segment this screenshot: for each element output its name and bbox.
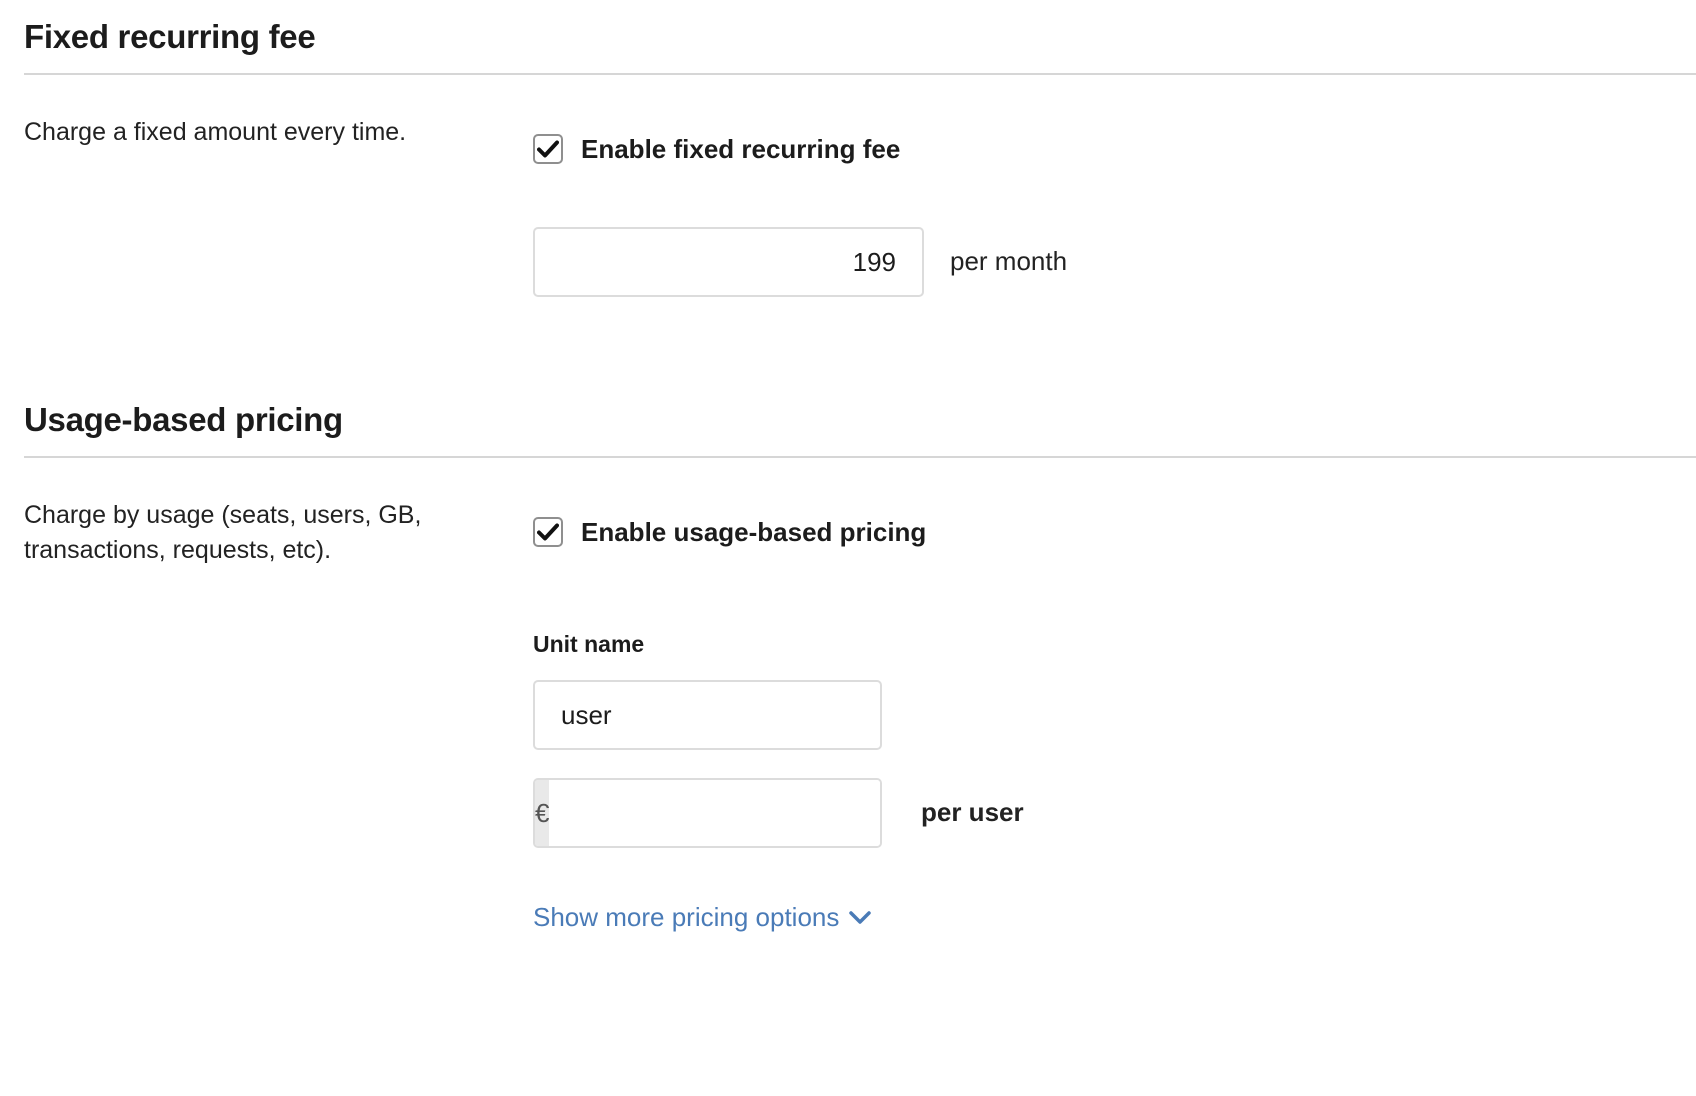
unit-name-input[interactable]: [533, 680, 882, 750]
fixed-fee-title: Fixed recurring fee: [24, 18, 316, 55]
usage-pricing-enable-row[interactable]: Enable usage-based pricing: [533, 515, 926, 549]
show-more-options-label[interactable]: Show more pricing options: [533, 902, 839, 933]
usage-pricing-description: Charge by usage (seats, users, GB, trans…: [24, 501, 422, 564]
currency-addon: €: [535, 780, 550, 846]
fixed-fee-enable-row[interactable]: Enable fixed recurring fee: [533, 132, 900, 166]
fixed-fee-suffix: per month: [950, 246, 1068, 276]
unit-name-label: Unit name: [533, 631, 645, 657]
section-divider: [24, 73, 1696, 75]
checkmark-icon: [537, 140, 559, 158]
usage-pricing-title: Usage-based pricing: [24, 401, 343, 438]
fixed-fee-checkbox[interactable]: [533, 134, 563, 164]
price-input-group: €: [533, 778, 882, 848]
fixed-fee-description: Charge a fixed amount every time.: [24, 118, 407, 146]
section-divider: [24, 456, 1696, 458]
fixed-fee-enable-label[interactable]: Enable fixed recurring fee: [581, 134, 900, 165]
checkmark-icon: [537, 523, 559, 541]
price-input[interactable]: [549, 780, 880, 846]
chevron-down-icon: [849, 910, 872, 924]
usage-pricing-enable-label[interactable]: Enable usage-based pricing: [581, 517, 926, 548]
show-more-options-link[interactable]: Show more pricing options: [533, 902, 872, 933]
usage-pricing-checkbox[interactable]: [533, 517, 563, 547]
price-suffix: per user: [921, 797, 1024, 827]
fixed-fee-amount-input[interactable]: [533, 227, 924, 297]
